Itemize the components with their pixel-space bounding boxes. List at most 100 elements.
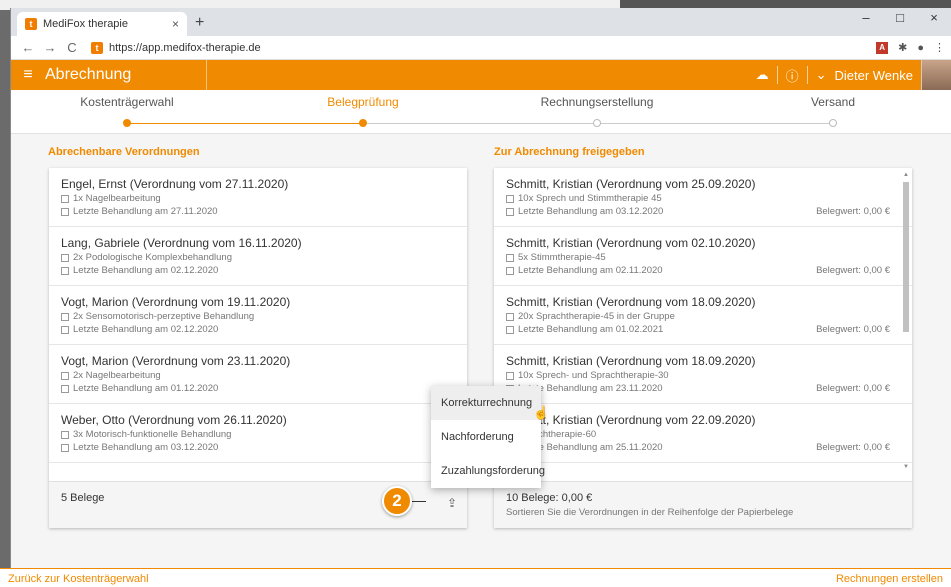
pdf-extension-icon[interactable]: A bbox=[876, 41, 889, 54]
tab-title: MediFox therapie bbox=[43, 18, 128, 30]
item-title: Engel, Ernst (Verordnung vom 27.11.2020) bbox=[61, 177, 289, 191]
menu-item-korrekturrechnung[interactable]: Korrekturrechnung bbox=[431, 386, 541, 420]
item-detail: 2x Podologische Komplexbehandlung bbox=[61, 252, 455, 263]
list-item[interactable]: Schmitt, Kristian (Verordnung vom 02.10.… bbox=[494, 227, 912, 286]
item-date-text: Letzte Behandlung am 02.12.2020 bbox=[73, 324, 219, 335]
list-item[interactable]: Lang, Gabriele (Verordnung vom 16.11.202… bbox=[49, 227, 467, 286]
item-detail: 10x Sprech und Stimmtherapie 45 bbox=[506, 193, 890, 204]
item-date-text: Letzte Behandlung am 01.02.2021 bbox=[518, 324, 664, 335]
item-detail-text: 10x Sprech und Stimmtherapie 45 bbox=[518, 193, 662, 204]
scroll-down-icon[interactable]: ▼ bbox=[902, 464, 910, 470]
list-item[interactable]: Vogt, Marion (Verordnung vom 19.11.2020)… bbox=[49, 286, 467, 345]
calendar-icon bbox=[506, 266, 514, 275]
step-rechnungserstellung[interactable]: Rechnungserstellung bbox=[517, 95, 677, 109]
step-dot bbox=[123, 119, 131, 127]
item-detail: 2x Nagelbearbeitung bbox=[61, 370, 455, 381]
item-detail: 10x Sprech- und Sprachtherapie-30 bbox=[506, 370, 890, 381]
item-detail-text: 1x Nagelbearbeitung bbox=[73, 193, 161, 204]
step-kostentraegerwahl[interactable]: Kostenträgerwahl bbox=[47, 95, 207, 109]
step-dot bbox=[829, 119, 837, 127]
hamburger-menu-icon[interactable]: ≡ bbox=[11, 66, 45, 84]
cloud-icon[interactable]: ☁ bbox=[756, 67, 769, 83]
tab-strip: t MediFox therapie × + – □ × bbox=[11, 8, 951, 36]
menu-item-zuzahlungsforderung[interactable]: Zuzahlungsforderung bbox=[431, 454, 545, 488]
site-favicon-icon: t bbox=[91, 41, 103, 54]
step-belegpruefung[interactable]: Belegprüfung bbox=[283, 95, 443, 109]
scroll-thumb[interactable] bbox=[903, 182, 909, 332]
window-controls: – □ × bbox=[849, 10, 951, 25]
item-detail-text: 2x Podologische Komplexbehandlung bbox=[73, 252, 232, 263]
browser-menu-icon[interactable]: ⋮ bbox=[934, 41, 945, 54]
back-arrow-icon[interactable]: ← bbox=[17, 40, 39, 55]
reload-icon[interactable]: C bbox=[61, 40, 83, 55]
browser-tab[interactable]: t MediFox therapie × bbox=[17, 12, 187, 36]
item-detail-text: 2x Sensomotorisch-perzeptive Behandlung bbox=[73, 311, 255, 322]
create-invoices-link[interactable]: Rechnungen erstellen bbox=[836, 573, 943, 585]
user-name[interactable]: Dieter Wenke bbox=[834, 68, 913, 83]
list-scrollbar[interactable]: ▲ ▼ bbox=[902, 172, 910, 472]
callout-connector bbox=[412, 501, 426, 502]
help-icon[interactable]: ⓘ bbox=[786, 66, 799, 85]
right-column-title: Zur Abrechnung freigegeben bbox=[494, 146, 645, 158]
list-item[interactable]: Schmitt, Kristian (Verordnung vom 22.09.… bbox=[494, 404, 912, 463]
list-item[interactable]: Vogt, Marion (Verordnung vom 23.11.2020)… bbox=[49, 345, 467, 404]
maximize-button[interactable]: □ bbox=[883, 10, 917, 25]
profile-icon[interactable]: ● bbox=[917, 42, 924, 54]
item-title: Schmitt, Kristian (Verordnung vom 18.09.… bbox=[506, 295, 756, 309]
calendar-icon bbox=[61, 325, 69, 334]
menu-item-nachforderung[interactable]: Nachforderung bbox=[431, 420, 541, 454]
extensions-icon[interactable]: ✱ bbox=[898, 41, 907, 54]
document-value: Belegwert: 0,00 € bbox=[816, 324, 890, 335]
calendar-icon bbox=[61, 207, 69, 216]
url-field[interactable]: t https://app.medifox-therapie.de bbox=[91, 41, 261, 54]
item-detail-text: 10x Sprech- und Sprachtherapie-30 bbox=[518, 370, 669, 381]
item-date: Letzte Behandlung am 02.11.2020 Belegwert… bbox=[506, 265, 890, 276]
tab-close-icon[interactable]: × bbox=[172, 17, 179, 31]
billable-prescriptions-panel: Engel, Ernst (Verordnung vom 27.11.2020)… bbox=[49, 168, 467, 528]
item-title: Vogt, Marion (Verordnung vom 23.11.2020) bbox=[61, 354, 291, 368]
step-callout-badge: 2 bbox=[382, 486, 412, 516]
new-tab-button[interactable]: + bbox=[195, 14, 204, 32]
browser-toolbar-right: A ✱ ● ⋮ bbox=[876, 41, 945, 54]
minimize-button[interactable]: – bbox=[849, 10, 883, 25]
list-item[interactable]: Weber, Otto (Verordnung vom 26.11.2020) … bbox=[49, 404, 467, 463]
item-detail: 3x Motorisch-funktionelle Behandlung bbox=[61, 429, 455, 440]
list-item[interactable]: Schmitt, Kristian (Verordnung vom 25.09.… bbox=[494, 168, 912, 227]
item-date: Letzte Behandlung am 03.12.2020 bbox=[61, 442, 455, 453]
document-total: 10 Belege: 0,00 € bbox=[506, 492, 593, 504]
header-divider bbox=[806, 66, 808, 84]
item-date: Letzte Behandlung am 01.12.2020 bbox=[61, 383, 455, 394]
document-count: 5 Belege bbox=[61, 492, 105, 504]
list-item[interactable]: Engel, Ernst (Verordnung vom 27.11.2020)… bbox=[49, 168, 467, 227]
item-title: Schmitt, Kristian (Verordnung vom 22.09.… bbox=[506, 413, 756, 427]
step-line-done bbox=[127, 123, 363, 124]
document-value: Belegwert: 0,00 € bbox=[816, 206, 890, 217]
prescription-icon bbox=[61, 371, 69, 380]
item-detail: Sprachtherapie-60 bbox=[506, 429, 890, 440]
forward-arrow-icon[interactable]: → bbox=[39, 40, 61, 55]
close-window-button[interactable]: × bbox=[917, 10, 951, 25]
avatar[interactable] bbox=[921, 60, 951, 90]
item-date: Letzte Behandlung am 02.12.2020 bbox=[61, 324, 455, 335]
item-title: Weber, Otto (Verordnung vom 26.11.2020) bbox=[61, 413, 287, 427]
address-bar: ← → C t https://app.medifox-therapie.de … bbox=[11, 36, 951, 60]
step-versand[interactable]: Versand bbox=[753, 95, 913, 109]
item-date-text: Letzte Behandlung am 03.12.2020 bbox=[73, 442, 219, 453]
medifox-favicon-icon: t bbox=[25, 18, 37, 30]
chevron-down-icon[interactable]: ⌄ bbox=[816, 67, 827, 83]
item-date-text: Letzte Behandlung am 02.11.2020 bbox=[518, 265, 663, 276]
document-value: Belegwert: 0,00 € bbox=[816, 442, 890, 453]
list-item[interactable]: Schmitt, Kristian (Verordnung vom 18.09.… bbox=[494, 286, 912, 345]
prescription-icon bbox=[506, 371, 514, 380]
item-date-text: Letzte Behandlung am 01.12.2020 bbox=[73, 383, 219, 394]
item-title: Schmitt, Kristian (Verordnung vom 18.09.… bbox=[506, 354, 756, 368]
item-detail-text: 5x Stimmtherapie-45 bbox=[518, 252, 606, 263]
item-title: Schmitt, Kristian (Verordnung vom 25.09.… bbox=[506, 177, 756, 191]
back-link[interactable]: Zurück zur Kostenträgerwahl bbox=[8, 573, 149, 585]
released-list: Schmitt, Kristian (Verordnung vom 25.09.… bbox=[494, 168, 912, 481]
hand-cursor-icon: ☝ bbox=[533, 405, 550, 420]
scroll-up-icon[interactable]: ▲ bbox=[902, 172, 910, 178]
item-detail-text: 20x Sprachtherapie-45 in der Gruppe bbox=[518, 311, 675, 322]
share-export-icon[interactable]: ⇪ bbox=[447, 496, 457, 510]
list-item[interactable]: Schmitt, Kristian (Verordnung vom 18.09.… bbox=[494, 345, 912, 404]
